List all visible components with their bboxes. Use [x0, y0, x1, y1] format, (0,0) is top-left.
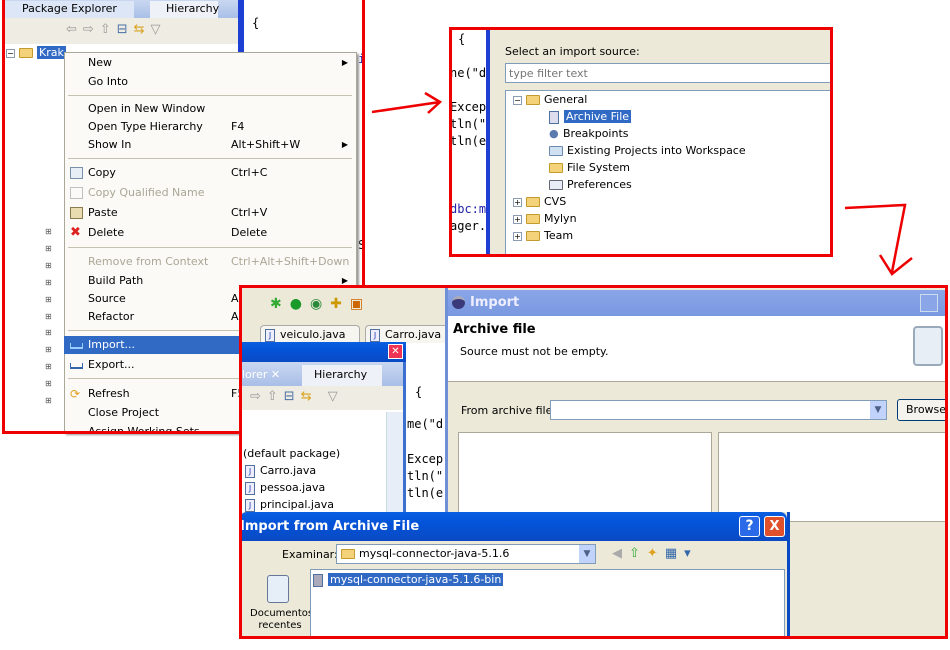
annotation-box-2: [449, 27, 833, 257]
annotation-box-3: [239, 285, 948, 639]
arrow-2: [844, 203, 913, 276]
arrow-1: [371, 91, 443, 114]
